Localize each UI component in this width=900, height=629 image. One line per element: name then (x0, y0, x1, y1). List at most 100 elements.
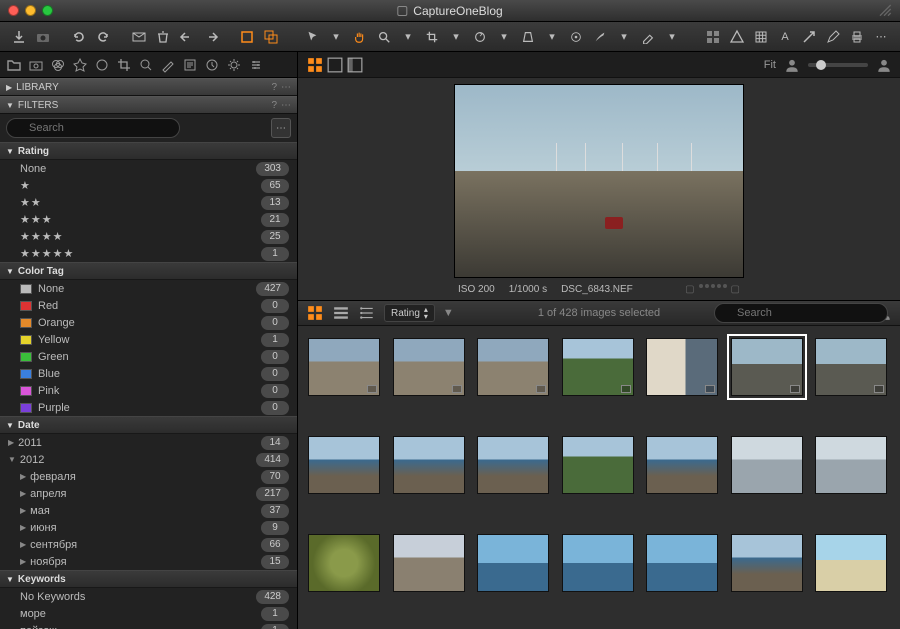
zoom-tool[interactable] (373, 26, 395, 48)
user-icon[interactable] (876, 57, 892, 73)
auto-adjust-button[interactable] (260, 26, 282, 48)
details-tab[interactable] (136, 55, 156, 75)
redo-button[interactable] (200, 26, 222, 48)
view-split-button[interactable] (346, 56, 364, 74)
keystone-menu-icon[interactable]: ▾ (541, 26, 563, 48)
filter-scroll[interactable]: ▼Rating None303 ★65 ★★13 ★★★21 ★★★★25 ★★… (0, 142, 297, 629)
thumbnail[interactable] (562, 338, 634, 396)
thumbnail[interactable] (815, 338, 887, 396)
crop-menu-icon[interactable]: ▾ (445, 26, 467, 48)
colortag-group-header[interactable]: ▼Color Tag (0, 262, 297, 280)
colortag-pink[interactable]: Pink0 (0, 382, 297, 399)
thumbnail[interactable] (815, 534, 887, 592)
date-month[interactable]: ▶ноября15 (0, 553, 297, 570)
batch-tab[interactable] (224, 55, 244, 75)
thumbnail[interactable] (731, 436, 803, 494)
date-month[interactable]: ▶апреля217 (0, 485, 297, 502)
thumbnail[interactable] (308, 436, 380, 494)
browser-filmstrip-button[interactable] (358, 304, 376, 322)
date-month[interactable]: ▶сентября66 (0, 536, 297, 553)
thumbnail[interactable] (646, 436, 718, 494)
metadata-tab[interactable] (180, 55, 200, 75)
rating-group-header[interactable]: ▼Rating (0, 142, 297, 160)
library-tab[interactable] (4, 55, 24, 75)
rotate-menu-icon[interactable]: ▾ (493, 26, 515, 48)
crop-tool[interactable] (421, 26, 443, 48)
undo-button[interactable] (176, 26, 198, 48)
zoom-slider[interactable] (808, 63, 868, 67)
keywords-group-header[interactable]: ▼Keywords (0, 570, 297, 588)
library-panel-header[interactable]: ▶ LIBRARY ? ⋯ (0, 78, 297, 96)
date-2011[interactable]: ▶201114 (0, 434, 297, 451)
trash-button[interactable] (152, 26, 174, 48)
eraser-tool[interactable] (637, 26, 659, 48)
thumbnail[interactable] (562, 534, 634, 592)
date-2012[interactable]: ▼2012414 (0, 451, 297, 468)
colortag-yellow[interactable]: Yellow1 (0, 331, 297, 348)
thumbnail[interactable] (646, 338, 718, 396)
keyword-item[interactable]: пейзаж1 (0, 622, 297, 629)
thumbnail[interactable] (646, 534, 718, 592)
brush-tool[interactable] (589, 26, 611, 48)
output-tab[interactable] (202, 55, 222, 75)
rotate-cw-button[interactable] (92, 26, 114, 48)
rating-4star[interactable]: ★★★★25 (0, 228, 297, 245)
viewer-image[interactable] (454, 84, 744, 278)
rotate-tool[interactable] (469, 26, 491, 48)
thumbnail[interactable] (562, 436, 634, 494)
grid-button[interactable] (750, 26, 772, 48)
browser-search-input[interactable] (714, 303, 888, 323)
date-group-header[interactable]: ▼Date (0, 416, 297, 434)
pan-tool[interactable] (349, 26, 371, 48)
keystone-tool[interactable] (517, 26, 539, 48)
exposure-warning-button[interactable] (726, 26, 748, 48)
sort-direction-icon[interactable]: ▼ (443, 307, 454, 319)
zoom-menu-icon[interactable]: ▾ (397, 26, 419, 48)
filter-menu-button[interactable]: ⋯ (271, 118, 291, 138)
annotations-button[interactable]: A (774, 26, 796, 48)
rotate-ccw-button[interactable] (68, 26, 90, 48)
thumbnail[interactable] (393, 436, 465, 494)
thumbnail[interactable] (308, 534, 380, 592)
browser-list-button[interactable] (332, 304, 350, 322)
email-button[interactable] (128, 26, 150, 48)
keyword-item[interactable]: море1 (0, 605, 297, 622)
crop-tab[interactable] (114, 55, 134, 75)
colortag-blue[interactable]: Blue0 (0, 365, 297, 382)
cursor-tools-button[interactable] (236, 26, 258, 48)
thumbnail[interactable] (815, 436, 887, 494)
lens-tab[interactable] (92, 55, 112, 75)
select-menu-icon[interactable]: ▾ (325, 26, 347, 48)
panel-actions[interactable]: ? ⋯ (271, 82, 291, 93)
more-button[interactable]: ⋯ (870, 26, 892, 48)
eraser-menu-icon[interactable]: ▾ (661, 26, 683, 48)
thumbnail-browser[interactable] (298, 326, 900, 629)
rating-1star[interactable]: ★65 (0, 177, 297, 194)
process-button[interactable] (798, 26, 820, 48)
colortag-none[interactable]: None427 (0, 280, 297, 297)
capture-tab[interactable] (26, 55, 46, 75)
colortag-red[interactable]: Red0 (0, 297, 297, 314)
thumbnail-selected[interactable] (731, 338, 803, 396)
brush-menu-icon[interactable]: ▾ (613, 26, 635, 48)
rating-none[interactable]: None303 (0, 160, 297, 177)
filters-panel-header[interactable]: ▼ FILTERS ? ⋯ (0, 96, 297, 114)
colortag-orange[interactable]: Orange0 (0, 314, 297, 331)
select-tool[interactable] (301, 26, 323, 48)
colortag-purple[interactable]: Purple0 (0, 399, 297, 416)
grid-overlay-button[interactable] (702, 26, 724, 48)
close-window-button[interactable] (8, 5, 19, 16)
exposure-tab[interactable] (70, 55, 90, 75)
thumbnail[interactable] (731, 534, 803, 592)
view-grid-button[interactable] (306, 56, 324, 74)
quick-tab[interactable] (246, 55, 266, 75)
thumbnail[interactable] (393, 338, 465, 396)
rating-dots[interactable] (699, 284, 727, 295)
thumbnail[interactable] (393, 534, 465, 592)
spot-tool[interactable] (565, 26, 587, 48)
browser-grid-button[interactable] (306, 304, 324, 322)
rating-2star[interactable]: ★★13 (0, 194, 297, 211)
thumbnail[interactable] (477, 534, 549, 592)
color-tab[interactable] (48, 55, 68, 75)
date-month[interactable]: ▶июня9 (0, 519, 297, 536)
